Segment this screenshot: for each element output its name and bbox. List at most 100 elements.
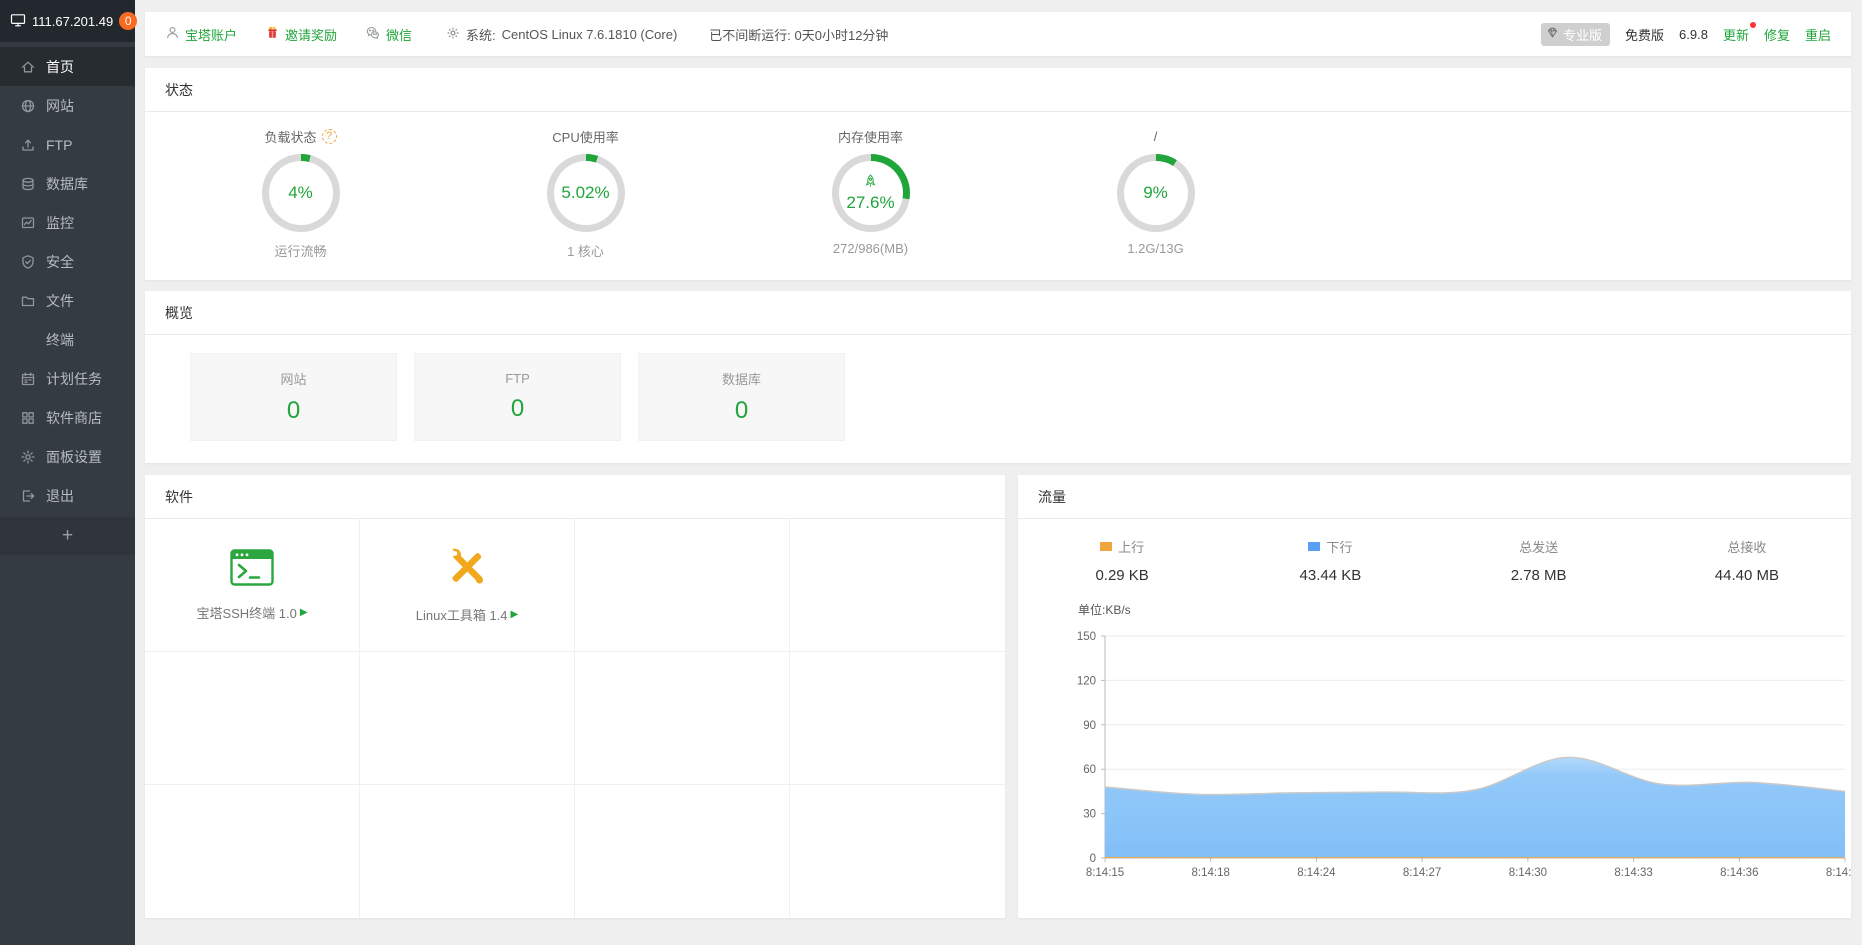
update-button[interactable]: 更新 xyxy=(1723,25,1749,44)
svg-text:8:14:27: 8:14:27 xyxy=(1403,867,1441,879)
sidebar-item-site[interactable]: 网站 xyxy=(0,86,135,125)
database-icon xyxy=(20,176,36,192)
sidebar-item-label: 终端 xyxy=(46,330,74,350)
add-menu-button[interactable]: + xyxy=(0,517,135,555)
overview-boxes: 网站 0 FTP0数据库0 xyxy=(145,335,1851,463)
software-empty-cell xyxy=(575,785,790,918)
toolbox-app-icon xyxy=(446,546,488,591)
system-info: 系统: CentOS Linux 7.6.1810 (Core) xyxy=(446,25,677,44)
sidebar-item-ftp[interactable]: FTP xyxy=(0,125,135,164)
software-app-linux-toolbox[interactable]: Linux工具箱 1.4▶ xyxy=(360,519,575,652)
repair-button[interactable]: 修复 xyxy=(1764,25,1790,44)
run-icon[interactable]: ▶ xyxy=(511,609,519,620)
sidebar-item-label: 数据库 xyxy=(46,174,88,194)
software-card-title: 软件 xyxy=(145,475,1005,519)
status-gauges: 负载状态?4%运行流畅CPU使用率5.02%1 核心内存使用率27.6%272/… xyxy=(145,112,1851,280)
software-grid: 宝塔SSH终端 1.0▶Linux工具箱 1.4▶ xyxy=(145,519,1005,918)
shield-icon xyxy=(20,254,36,270)
sidebar-menu: 首页网站 FTP 数据库监控安全文件终端计划任务软件商店面板设置退出 xyxy=(0,42,135,515)
overview-label: FTP xyxy=(505,371,530,386)
gear-icon xyxy=(446,26,460,43)
sidebar-item-database[interactable]: 数据库 xyxy=(0,164,135,203)
sidebar-item-appstore[interactable]: 软件商店 xyxy=(0,398,135,437)
software-empty-cell xyxy=(360,652,575,785)
software-empty-cell xyxy=(145,652,360,785)
topbar-links: 宝塔账户 邀请奖励 微信 xyxy=(165,25,412,44)
diamond-icon xyxy=(1546,26,1559,42)
sidebar-item-settings[interactable]: 面板设置 xyxy=(0,437,135,476)
svg-text:60: 60 xyxy=(1083,764,1096,776)
gauge-label: / xyxy=(1154,129,1158,144)
sidebar-item-label: 文件 xyxy=(46,291,74,311)
software-empty-cell xyxy=(575,652,790,785)
sidebar-item-label: FTP xyxy=(46,137,72,153)
overview-count: 0 xyxy=(287,397,300,425)
gauge-ring: 9% xyxy=(1117,154,1195,232)
traffic-stat-value: 43.44 KB xyxy=(1226,567,1434,584)
overview-card: 概览 网站 0 FTP0数据库0 xyxy=(145,291,1851,463)
sidebar-item-cron[interactable]: 计划任务 xyxy=(0,359,135,398)
traffic-stat-label: 上行 xyxy=(1118,537,1144,556)
action-label: 更新 xyxy=(1723,28,1749,43)
server-ip: 111.67.201.49 xyxy=(32,14,113,29)
sidebar-item-monitor[interactable]: 监控 xyxy=(0,203,135,242)
download-area-series xyxy=(1105,757,1845,858)
gauge-disk-root: / 9% 1.2G/13G xyxy=(1013,124,1298,260)
gauge-cpu: CPU使用率5.02%1 核心 xyxy=(443,124,728,260)
sidebar-item-label: 面板设置 xyxy=(46,447,102,467)
software-app-name: 宝塔SSH终端 1.0 xyxy=(196,603,296,622)
topbar-link-label: 微信 xyxy=(386,25,412,44)
ftp-icon xyxy=(20,137,36,153)
gauge-sublabel: 1.2G/13G xyxy=(1013,241,1298,256)
svg-text:150: 150 xyxy=(1077,631,1096,643)
update-notification-dot xyxy=(1750,22,1756,28)
overview-box-database[interactable]: 数据库0 xyxy=(638,353,845,441)
sidebar-item-home[interactable]: 首页 xyxy=(0,47,135,86)
message-count-badge[interactable]: 0 xyxy=(119,12,137,30)
overview-box-ftp[interactable]: FTP0 xyxy=(414,353,621,441)
traffic-stat-value: 2.78 MB xyxy=(1435,567,1643,584)
gauge-value: 5.02% xyxy=(561,183,609,203)
traffic-stat-down: 下行43.44 KB xyxy=(1226,537,1434,584)
gauge-ring: 4% xyxy=(262,154,340,232)
overview-box-site[interactable]: 网站 0 xyxy=(190,353,397,441)
restart-button[interactable]: 重启 xyxy=(1805,25,1831,44)
logout-icon xyxy=(20,488,36,504)
software-empty-cell xyxy=(360,785,575,918)
run-icon[interactable]: ▶ xyxy=(300,607,308,618)
system-value: CentOS Linux 7.6.1810 (Core) xyxy=(502,27,678,42)
edition-label: 免费版 xyxy=(1625,25,1664,44)
sidebar-item-terminal[interactable]: 终端 xyxy=(0,320,135,359)
rocket-icon xyxy=(863,174,878,192)
status-card: 状态 负载状态?4%运行流畅CPU使用率5.02%1 核心内存使用率27.6%2… xyxy=(145,68,1851,280)
sidebar-item-security[interactable]: 安全 xyxy=(0,242,135,281)
sidebar-item-logout[interactable]: 退出 xyxy=(0,476,135,515)
traffic-area-chart: 单位:KB/s 0306090120150 8:14:158:14:188:14… xyxy=(1018,596,1851,888)
sidebar-item-label: 退出 xyxy=(46,486,74,506)
software-empty-cell xyxy=(790,785,1005,918)
topbar-link-bt-account[interactable]: 宝塔账户 xyxy=(165,25,237,44)
overview-label: 数据库 xyxy=(722,369,761,388)
traffic-stat-value: 44.40 MB xyxy=(1643,567,1851,584)
gauge-ring: 27.6% xyxy=(832,154,910,232)
overview-card-title: 概览 xyxy=(145,291,1851,335)
overview-label: 网站 xyxy=(280,369,306,388)
main-content: 宝塔账户 邀请奖励 微信 系统: CentOS Linux 7.6.1810 (Co… xyxy=(135,0,1862,918)
pro-edition-badge[interactable]: 专业版 xyxy=(1541,23,1610,46)
gauge-value: 4% xyxy=(288,183,313,203)
traffic-stat-total-received: 总接收44.40 MB xyxy=(1643,537,1851,584)
topbar-link-wechat[interactable]: 微信 xyxy=(365,25,412,44)
topbar-link-invite-reward[interactable]: 邀请奖励 xyxy=(265,25,337,44)
traffic-stat-label: 总发送 xyxy=(1519,537,1558,556)
gauge-load: 负载状态?4%运行流畅 xyxy=(158,124,443,260)
gauge-value: 9% xyxy=(1143,183,1168,203)
sidebar-item-files[interactable]: 文件 xyxy=(0,281,135,320)
software-card: 软件 宝塔SSH终端 1.0▶Linux工具箱 1.4▶ xyxy=(145,475,1005,918)
svg-text:8:14:39: 8:14:39 xyxy=(1826,867,1851,879)
sidebar-item-label: 首页 xyxy=(46,57,74,77)
gauge-label: 负载状态 xyxy=(264,127,316,146)
chart-unit-label: 单位:KB/s xyxy=(1078,602,1131,617)
help-icon[interactable]: ? xyxy=(322,129,337,144)
software-app-ssh-terminal[interactable]: 宝塔SSH终端 1.0 ▶ xyxy=(145,519,360,652)
folder-icon xyxy=(20,293,36,309)
